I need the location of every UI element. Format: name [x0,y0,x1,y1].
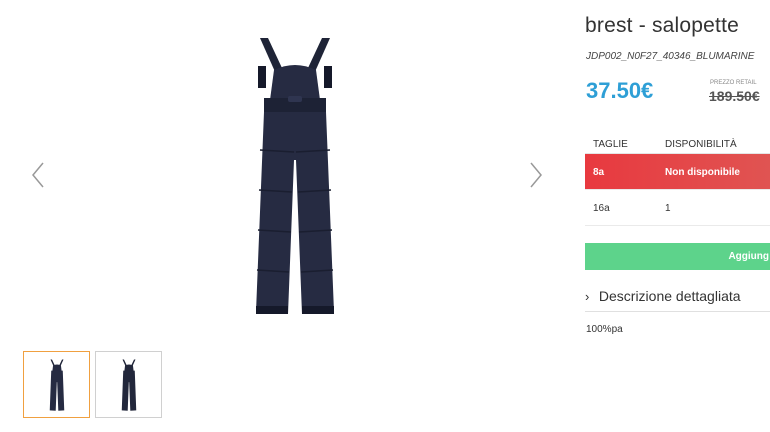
size-row-16a[interactable]: 16a 1 [585,190,770,226]
add-to-cart-button[interactable]: Aggiung [585,243,770,270]
availability-value: Non disponibile [665,167,740,178]
product-title: brest - salopette [585,14,739,37]
sizes-table: TAGLIE DISPONIBILITÀ 8a Non disponibile … [585,136,770,226]
product-details: brest - salopette JDP002_N0F27_40346_BLU… [585,0,770,432]
thumbnail-image [121,359,137,411]
description-toggle[interactable]: › Descrizione dettagliata [585,288,770,312]
main-product-image [230,30,360,326]
next-image-button[interactable] [526,160,546,190]
product-price: 37.50€ [586,78,654,103]
size-column-header: TAGLIE [593,139,628,150]
chevron-right-icon: › [585,289,590,304]
retail-price: 189.50€ [709,88,760,104]
description-header: Descrizione dettagliata [598,288,741,304]
previous-image-button[interactable] [28,160,48,190]
availability-column-header: DISPONIBILITÀ [665,139,737,150]
thumbnail-image [49,359,65,411]
size-row-8a[interactable]: 8a Non disponibile [585,154,770,190]
sizes-table-header: TAGLIE DISPONIBILITÀ [585,136,770,154]
thumbnail-2[interactable] [95,351,162,418]
thumbnail-1[interactable] [23,351,90,418]
chevron-right-icon [530,162,542,188]
retail-price-label: PREZZO RETAIL [710,80,757,86]
chevron-left-icon [32,162,44,188]
product-gallery [0,0,575,432]
size-value: 16a [593,203,610,214]
description-text: 100%pa [586,324,623,335]
availability-value: 1 [665,203,671,214]
size-value: 8a [593,167,605,178]
product-sku: JDP002_N0F27_40346_BLUMARINE [586,51,755,62]
